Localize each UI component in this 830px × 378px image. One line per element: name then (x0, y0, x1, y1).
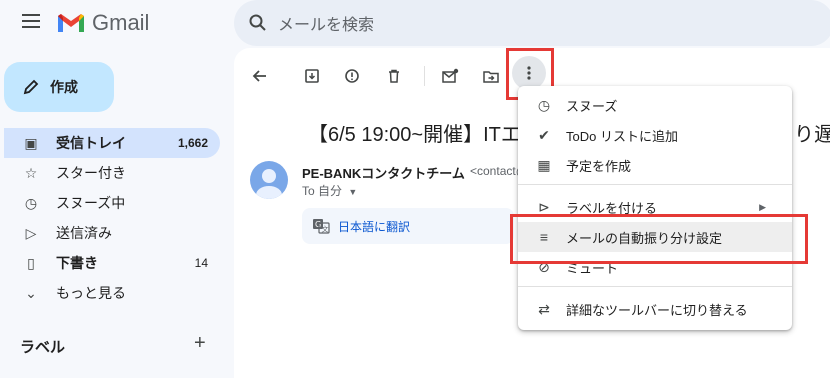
star-icon: ☆ (24, 164, 38, 181)
compose-button[interactable]: 作成 (4, 62, 114, 112)
search-bar[interactable]: メールを検索 (234, 0, 830, 46)
sidebar-item-label: もっと見る (56, 285, 126, 301)
submenu-arrow-icon: ▶ (759, 201, 766, 212)
recipient-details[interactable]: To 自分 ▼ (302, 182, 357, 199)
archive-icon (305, 69, 319, 83)
person-icon (256, 169, 282, 199)
search-input[interactable]: メールを検索 (278, 11, 374, 35)
sidebar-item-sent[interactable]: ▷ 送信済み (4, 218, 220, 248)
sidebar-item-drafts[interactable]: ▯ 下書き 14 (4, 248, 220, 278)
add-label-icon[interactable]: + (194, 332, 206, 355)
menu-item-switch-toolbar[interactable]: ⇄ 詳細なツールバーに切り替える (518, 294, 792, 324)
menu-item-label: ToDo リストに追加 (566, 128, 678, 144)
delete-button[interactable] (384, 66, 404, 86)
sidebar-item-more[interactable]: ⌄ もっと見る (4, 278, 220, 308)
main-menu-button[interactable] (22, 14, 40, 28)
compose-label: 作成 (50, 79, 78, 95)
sidebar-item-label: 受信トレイ (56, 135, 126, 151)
spam-icon (345, 69, 359, 83)
arrow-left-icon (252, 70, 266, 82)
menu-item-label: 予定を作成 (566, 158, 632, 174)
sidebar-item-label: スター付き (56, 165, 126, 181)
task-add-icon: ✔ (538, 126, 550, 143)
draft-icon: ▯ (27, 254, 35, 271)
translate-button[interactable]: G 文 日本語に翻訳 (302, 208, 514, 244)
mark-unread-button[interactable] (440, 66, 460, 86)
chevron-down-icon: ⌄ (25, 284, 37, 301)
report-spam-button[interactable] (342, 66, 362, 86)
inbox-count: 1,662 (177, 136, 208, 150)
gmail-m-icon (58, 14, 84, 32)
recipient-label: To 自分 (302, 184, 343, 198)
search-icon[interactable] (248, 13, 268, 33)
sidebar-item-label: 送信済み (56, 225, 112, 241)
clock-icon: ◷ (537, 96, 551, 113)
clock-icon: ◷ (24, 194, 38, 211)
swap-icon: ⇄ (538, 300, 550, 317)
translate-icon: G 文 (313, 219, 330, 234)
highlight-box-filter (510, 214, 808, 264)
pencil-icon (23, 79, 39, 95)
menu-item-create-event[interactable]: ▦ 予定を作成 (518, 150, 792, 180)
gmail-logo[interactable]: Gmail (56, 10, 149, 36)
back-button[interactable] (250, 66, 270, 86)
menu-divider (518, 286, 792, 287)
sidebar-item-label: スヌーズ中 (56, 195, 126, 211)
folder-move-icon (483, 71, 499, 83)
menu-item-label: スヌーズ (566, 98, 618, 114)
menu-divider (518, 184, 792, 185)
menu-item-add-todo[interactable]: ✔ ToDo リストに追加 (518, 120, 792, 150)
sidebar-item-starred[interactable]: ☆ スター付き (4, 158, 220, 188)
archive-button[interactable] (302, 66, 322, 86)
calendar-icon: ▦ (537, 156, 551, 173)
sidebar-item-snoozed[interactable]: ◷ スヌーズ中 (4, 188, 220, 218)
translate-label: 日本語に翻訳 (338, 219, 411, 234)
move-to-button[interactable] (481, 66, 501, 86)
inbox-icon: ▣ (24, 134, 38, 151)
svg-text:文: 文 (322, 225, 329, 234)
sender-name: PE-BANKコンタクトチーム (302, 166, 465, 181)
sidebar-item-inbox[interactable]: ▣ 受信トレイ 1,662 (4, 128, 220, 158)
avatar[interactable] (250, 161, 288, 199)
label-icon: ⊳ (538, 198, 550, 215)
send-icon: ▷ (25, 224, 37, 241)
app-name: Gmail (92, 10, 150, 35)
sidebar-item-label: 下書き (56, 255, 98, 271)
labels-heading: ラベル (20, 339, 66, 356)
email-subject: 【6/5 19:00~開催】ITエ (308, 124, 521, 146)
menu-item-label: 詳細なツールバーに切り替える (566, 302, 748, 318)
toolbar-divider (424, 66, 425, 86)
drafts-count: 14 (194, 256, 208, 270)
menu-item-snooze[interactable]: ◷ スヌーズ (518, 90, 792, 120)
mark-unread-icon (442, 68, 459, 83)
svg-text:G: G (315, 220, 321, 229)
trash-icon (389, 69, 399, 83)
caret-down-icon: ▼ (348, 187, 358, 197)
email-subject-tail: り遅れ (794, 124, 830, 146)
